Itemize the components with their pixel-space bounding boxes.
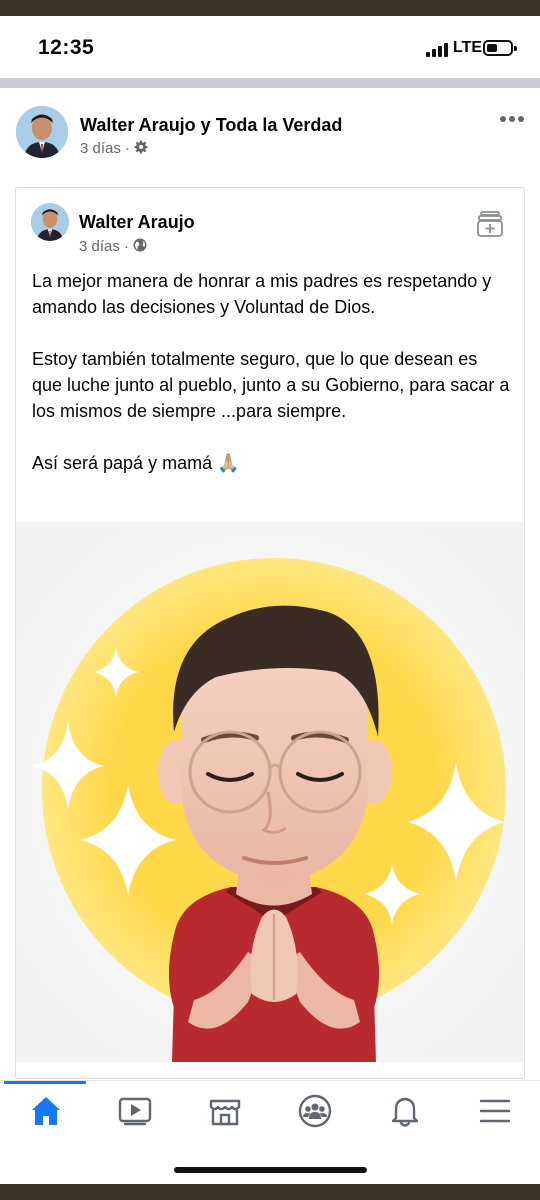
groups-icon[interactable] — [297, 1093, 333, 1129]
menu-icon[interactable] — [477, 1093, 513, 1129]
gear-icon — [134, 140, 148, 154]
bottom-frame — [0, 1184, 540, 1200]
post-header: Walter Araujo y Toda la Verdad 3 días · — [0, 88, 540, 180]
author-avatar[interactable] — [31, 203, 69, 241]
post-paragraph: Así será papá y mamá 🙏🏼 — [32, 453, 240, 473]
post-meta: 3 días · — [80, 140, 148, 157]
active-tab-indicator — [4, 1081, 86, 1084]
shared-post-card[interactable]: Walter Araujo 3 días · La mejor manera d… — [15, 187, 525, 1079]
meta-separator: · — [124, 238, 130, 255]
bottom-nav — [0, 1080, 540, 1142]
page-avatar[interactable] — [16, 106, 68, 158]
page-name-link[interactable]: Walter Araujo y Toda la Verdad — [80, 115, 342, 136]
post-time[interactable]: 3 días — [80, 140, 121, 157]
video-icon[interactable] — [117, 1093, 153, 1129]
shared-meta: 3 días · — [79, 238, 147, 255]
praying-avatar-illustration[interactable] — [16, 522, 525, 1062]
home-indicator[interactable] — [174, 1167, 367, 1173]
post-text: La mejor manera de honrar a mis padres e… — [32, 268, 512, 502]
feed-divider — [0, 78, 540, 88]
shared-time[interactable]: 3 días — [79, 238, 120, 255]
status-time: 12:35 — [38, 36, 95, 59]
post-paragraph: Estoy también totalmente seguro, que lo … — [32, 349, 510, 421]
more-dots-icon[interactable] — [500, 116, 524, 124]
network-label: LTE — [453, 39, 483, 56]
top-frame — [0, 0, 540, 16]
author-name-link[interactable]: Walter Araujo — [79, 212, 195, 233]
globe-icon — [133, 238, 147, 252]
post-paragraph: La mejor manera de honrar a mis padres e… — [32, 271, 492, 317]
home-icon[interactable] — [28, 1093, 64, 1129]
battery-icon — [483, 40, 517, 56]
marketplace-icon[interactable] — [207, 1093, 243, 1129]
notifications-icon[interactable] — [387, 1093, 423, 1129]
save-archive-icon[interactable] — [476, 210, 504, 238]
status-bar: 12:35 LTE — [0, 16, 540, 78]
meta-separator: · — [125, 140, 131, 157]
signal-bars-icon — [426, 43, 448, 57]
